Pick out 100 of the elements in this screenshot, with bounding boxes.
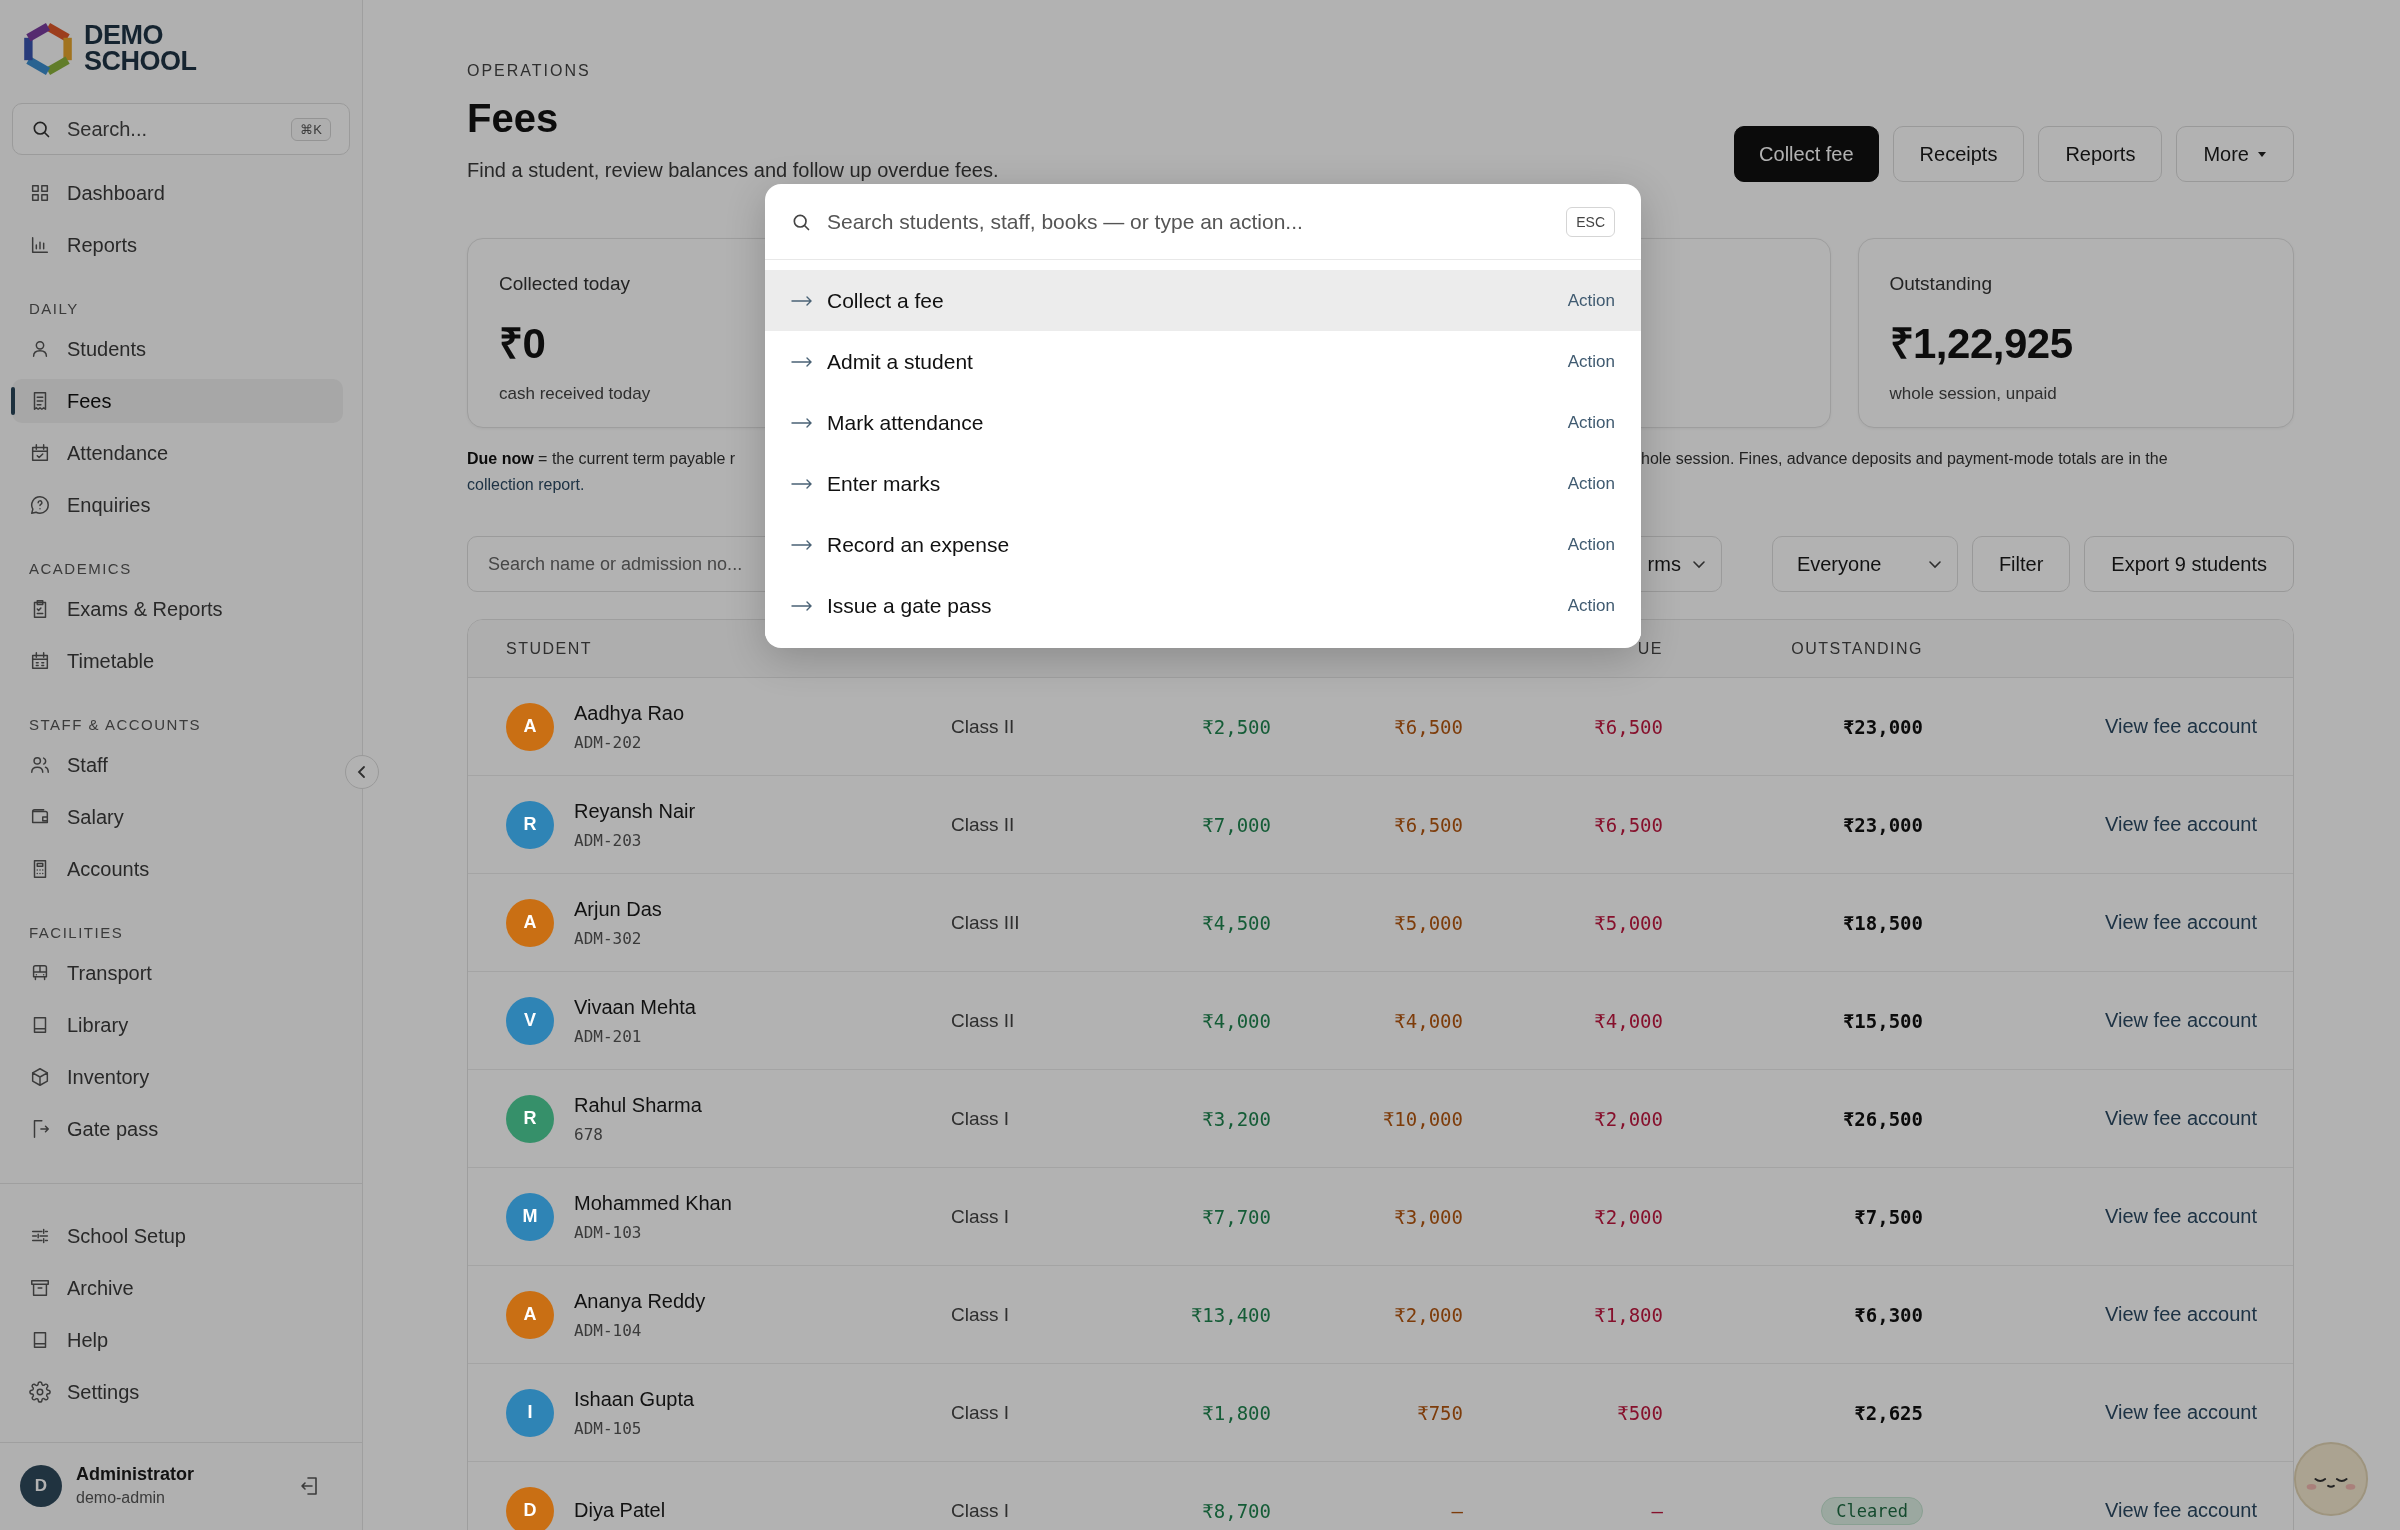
nav-item[interactable]: Attendance (12, 431, 343, 475)
nav-item[interactable]: Fees (12, 379, 343, 423)
admission-number: ADM-302 (574, 928, 643, 948)
search-field[interactable]: Search... ⌘K (12, 103, 350, 155)
outstanding-cell: ₹23,000 (1842, 715, 1923, 738)
amount-cell: ₹2,000 (1594, 1107, 1663, 1130)
stat-value: ₹1,22,925 (1889, 319, 2073, 369)
command-item[interactable]: Issue a gate pass Action (765, 575, 1641, 636)
outstanding-cell: ₹23,000 (1842, 813, 1923, 836)
search-input[interactable]: Search... (65, 116, 278, 142)
view-account-link[interactable]: View fee account (2105, 1107, 2257, 1130)
amount-cell: ₹8,700 (1202, 1499, 1271, 1522)
view-account-link[interactable]: View fee account (2105, 1303, 2257, 1326)
view-account-link[interactable]: View fee account (2105, 1401, 2257, 1424)
filter-button[interactable]: Export 9 students (2084, 536, 2294, 592)
nav-item[interactable]: Enquiries (12, 483, 343, 527)
settings-icon (29, 1381, 51, 1403)
column-header: UE (1637, 639, 1663, 658)
nav-item[interactable]: Library (12, 1003, 343, 1047)
nav-item[interactable]: Accounts (12, 847, 343, 891)
amount-cell: — (1651, 1499, 1663, 1522)
escape-key: ESC (1566, 206, 1615, 237)
outstanding-cell: ₹2,625 (1854, 1401, 1923, 1424)
collapse-button[interactable] (345, 755, 379, 789)
amount-cell: ₹2,000 (1594, 1205, 1663, 1228)
class-cell-text: Class II (951, 1009, 1016, 1032)
archive-icon (29, 1277, 51, 1299)
filter-button[interactable]: Filter (1971, 536, 2071, 592)
stat-label: Collected today (499, 273, 630, 295)
view-account-link[interactable]: View fee account (2105, 715, 2257, 738)
header-button[interactable]: Reports (2038, 126, 2163, 182)
dropdown[interactable]: Everyone (1771, 536, 1958, 592)
class-cell-text: Class I (951, 1401, 1011, 1424)
note-text: hole session. Fines, advance deposits and payment-mode totals are in the (1641, 449, 2169, 469)
class-cell-text: Class II (951, 715, 1016, 738)
collect-button[interactable]: Collect fee (1734, 126, 1879, 182)
student-avatar: A (506, 702, 554, 751)
command-item[interactable]: Admit a student Action (765, 331, 1641, 392)
amount-cell: ₹13,400 (1190, 1303, 1271, 1326)
school-name: DEMO SCHOOL (84, 23, 197, 75)
nav-item[interactable]: Inventory (12, 1055, 343, 1099)
class-cell-text: Class I (951, 1499, 1011, 1522)
student-name: Arjun Das (574, 897, 662, 921)
student-name: Rahul Sharma (574, 1093, 702, 1117)
student-name: Aadhya Rao (574, 701, 685, 725)
calendar-check-icon (29, 442, 51, 464)
view-account-link[interactable]: View fee account (2105, 911, 2257, 934)
nav-item[interactable]: Transport (12, 951, 343, 995)
header-button[interactable]: Receipts (1892, 126, 2025, 182)
view-account-link[interactable]: View fee account (2105, 1499, 2257, 1522)
nav-item[interactable]: Help (12, 1318, 343, 1362)
shortcut-key: ⌘K (291, 117, 331, 141)
command-item[interactable]: Record an expense Action (765, 514, 1641, 575)
student-avatar: A (506, 1290, 554, 1339)
nav-item[interactable]: Archive (12, 1266, 343, 1310)
command-search-field[interactable]: Search students, staff, books — or type an action... (825, 208, 1553, 235)
amount-cell: ₹7,000 (1202, 813, 1271, 836)
arrow-icon (791, 599, 813, 612)
outstanding-cell: ₹18,500 (1842, 911, 1923, 934)
view-account-link[interactable]: View fee account (2105, 1205, 2257, 1228)
nav-item[interactable]: Staff (12, 743, 343, 787)
report-link[interactable]: collection report. (467, 476, 585, 493)
amount-cell: ₹4,000 (1202, 1009, 1271, 1032)
amount-cell: ₹3,200 (1202, 1107, 1271, 1130)
amount-cell: ₹1,800 (1594, 1303, 1663, 1326)
stat-value: ₹0 (499, 319, 546, 369)
people-icon (29, 754, 51, 776)
nav-item[interactable]: Reports (12, 223, 343, 267)
student-name: Ishaan Gupta (574, 1387, 695, 1411)
menu-button[interactable]: More (2176, 126, 2294, 182)
stat-label: Outstanding (1889, 273, 1992, 295)
nav-item[interactable]: Students (12, 327, 343, 371)
class-cell-text: Class I (951, 1205, 1011, 1228)
amount-cell: ₹5,000 (1594, 911, 1663, 934)
nav-item[interactable]: Gate pass (12, 1107, 343, 1151)
question-bubble-icon (29, 494, 51, 516)
amount-cell: ₹7,700 (1202, 1205, 1271, 1228)
nav-item[interactable]: Dashboard (12, 171, 343, 215)
command-item[interactable]: Enter marks Action (765, 453, 1641, 514)
student-name: Reyansh Nair (574, 799, 696, 823)
amount-cell: ₹4,000 (1594, 1009, 1663, 1032)
view-account-link[interactable]: View fee account (2105, 1009, 2257, 1032)
amount-cell: ₹3,000 (1394, 1205, 1463, 1228)
nav-item[interactable]: Settings (12, 1370, 343, 1414)
arrow-icon (791, 294, 813, 307)
nav-item[interactable]: Exams & Reports (12, 587, 343, 631)
admission-number: ADM-202 (574, 732, 643, 752)
command-item[interactable]: Mark attendance Action (765, 392, 1641, 453)
page-title: Fees (467, 96, 560, 141)
admission-number: ADM-103 (574, 1222, 643, 1242)
view-account-link[interactable]: View fee account (2105, 813, 2257, 836)
student-name: Diya Patel (574, 1499, 666, 1522)
nav-item[interactable]: School Setup (12, 1214, 343, 1258)
student-avatar: I (506, 1388, 554, 1437)
nav-item[interactable]: Salary (12, 795, 343, 839)
user-handle: demo-admin (76, 1489, 166, 1507)
arrow-icon (791, 477, 813, 490)
nav-item[interactable]: Timetable (12, 639, 343, 683)
command-item[interactable]: Collect a fee Action (765, 270, 1641, 331)
class-cell-text: Class II (951, 813, 1016, 836)
